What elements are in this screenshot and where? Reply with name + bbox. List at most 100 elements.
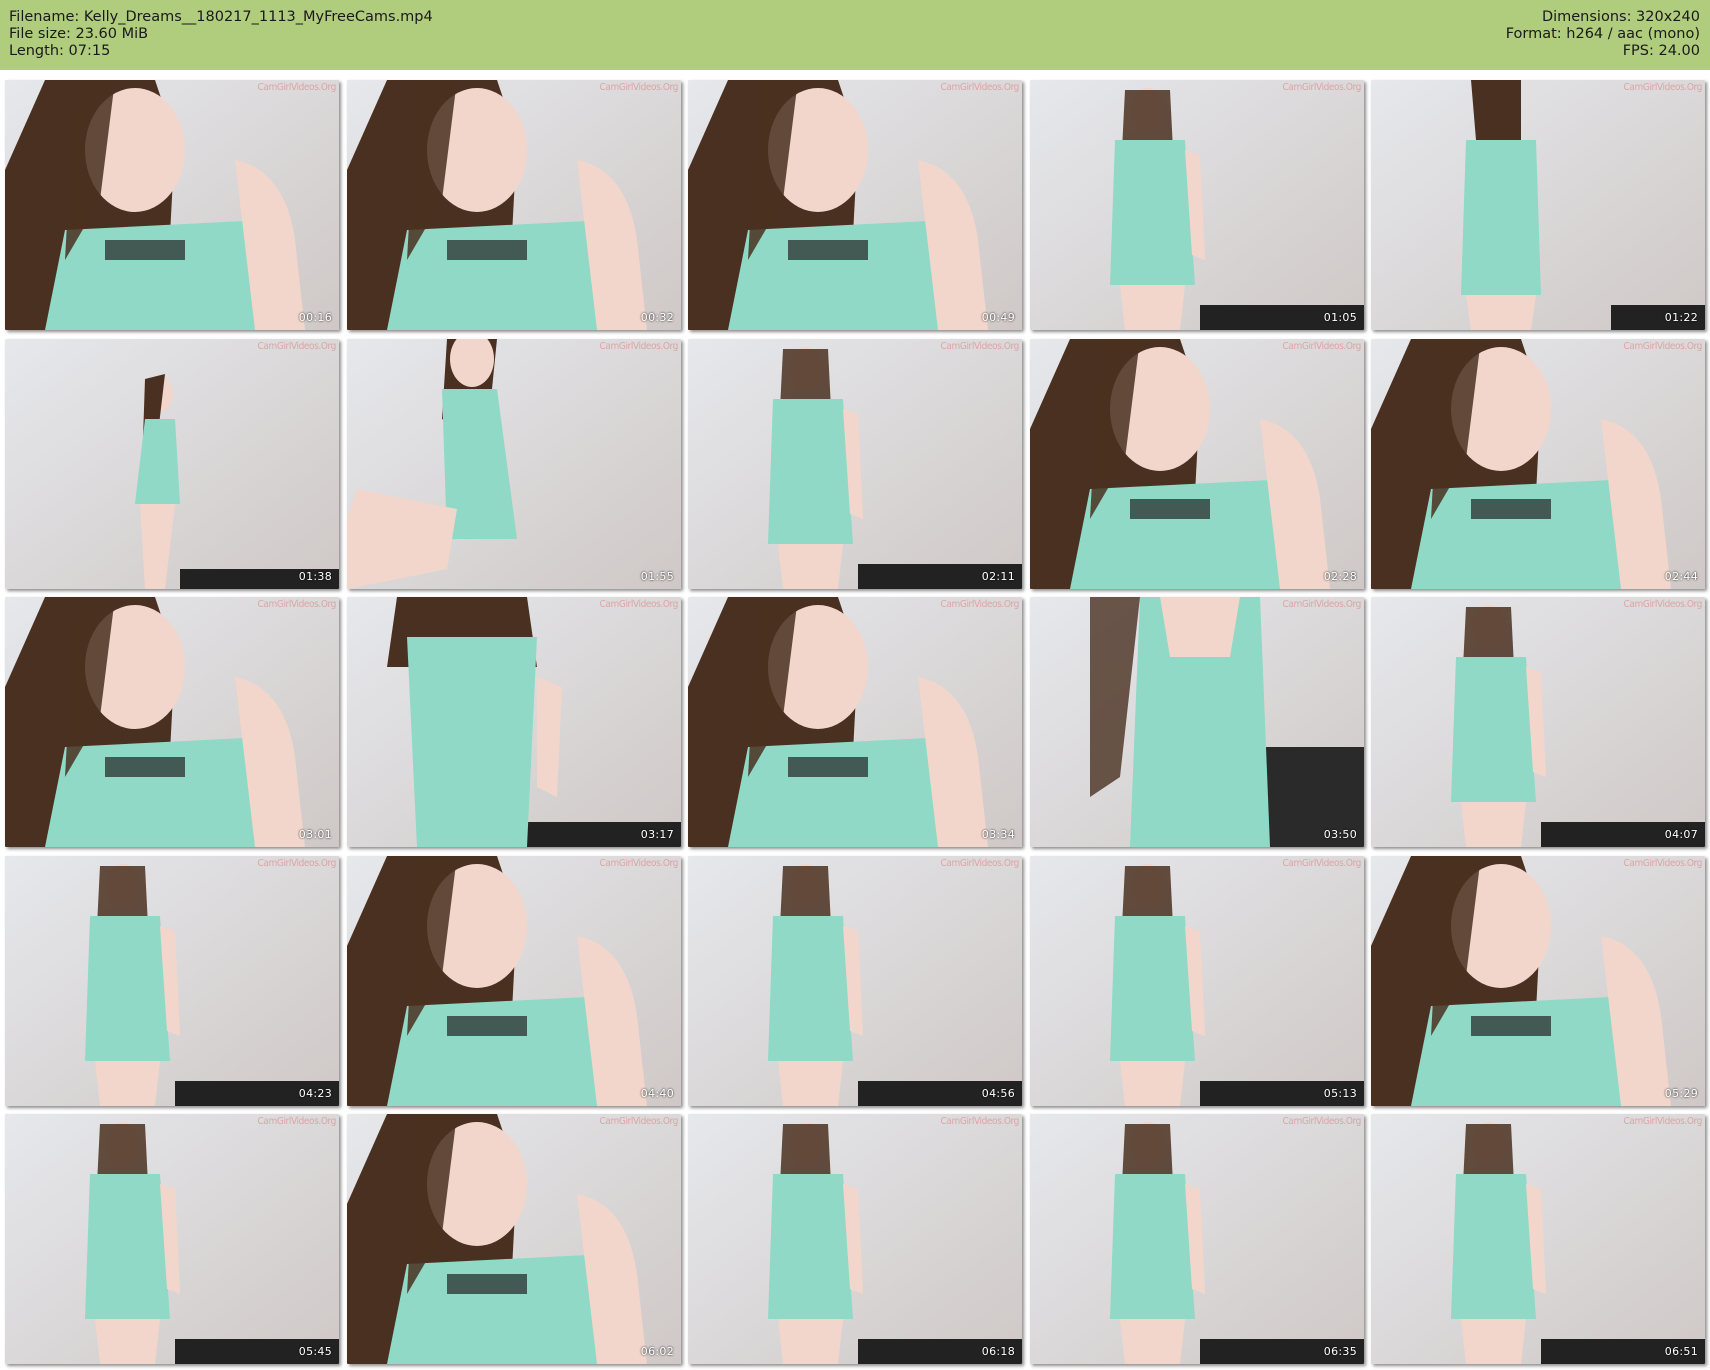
thumbnail-image xyxy=(5,1114,339,1364)
thumbnail-frame: CamGirlVideos.Org 05:29 xyxy=(1371,856,1705,1106)
thumbnail-frame: CamGirlVideos.Org 02:28 xyxy=(1030,339,1364,589)
dimensions-text: Dimensions: 320x240 xyxy=(1541,9,1700,25)
thumbnail-frame: CamGirlVideos.Org 03:17 xyxy=(347,597,681,847)
thumbnail-timestamp: 03:34 xyxy=(981,828,1015,841)
thumbnail-image xyxy=(688,339,1022,589)
thumbnail-image xyxy=(1030,80,1364,330)
thumbnail-image xyxy=(1030,1114,1364,1364)
watermark-text: CamGirlVideos.Org xyxy=(1623,1116,1703,1127)
thumbnail-timestamp: 03:01 xyxy=(298,828,332,841)
thumbnail-image xyxy=(5,856,339,1106)
thumbnail-timestamp: 03:17 xyxy=(640,828,674,841)
thumbnail-timestamp: 04:40 xyxy=(640,1087,674,1100)
thumbnail-image xyxy=(347,597,681,847)
thumbnail-frame: CamGirlVideos.Org 04:23 xyxy=(5,856,339,1106)
filename-text: Filename: Kelly_Dreams__180217_1113_MyFr… xyxy=(9,9,433,25)
thumbnail-frame: CamGirlVideos.Org 02:44 xyxy=(1371,339,1705,589)
thumbnail-image xyxy=(347,856,681,1106)
thumbnail-image xyxy=(1371,80,1705,330)
thumbnail-timestamp: 05:29 xyxy=(1664,1087,1698,1100)
thumbnail-timestamp: 00:16 xyxy=(298,311,332,324)
thumbnail-timestamp: 00:32 xyxy=(640,311,674,324)
thumbnail-timestamp: 00:49 xyxy=(981,311,1015,324)
thumbnail-timestamp: 04:07 xyxy=(1664,828,1698,841)
info-header: Filename: Kelly_Dreams__180217_1113_MyFr… xyxy=(0,0,1710,70)
length-text: Length: 07:15 xyxy=(9,43,111,59)
watermark-text: CamGirlVideos.Org xyxy=(599,82,679,93)
watermark-text: CamGirlVideos.Org xyxy=(599,341,679,352)
thumbnail-timestamp: 01:22 xyxy=(1664,311,1698,324)
thumbnail-frame: CamGirlVideos.Org 00:32 xyxy=(347,80,681,330)
watermark-text: CamGirlVideos.Org xyxy=(1282,341,1362,352)
watermark-text: CamGirlVideos.Org xyxy=(1282,1116,1362,1127)
thumbnail-image xyxy=(5,597,339,847)
watermark-text: CamGirlVideos.Org xyxy=(1282,599,1362,610)
thumbnail-image xyxy=(1030,856,1364,1106)
thumbnail-timestamp: 06:51 xyxy=(1664,1345,1698,1358)
thumbnail-timestamp: 02:28 xyxy=(1323,570,1357,583)
thumbnail-frame: CamGirlVideos.Org 06:18 xyxy=(688,1114,1022,1364)
thumbnail-frame: CamGirlVideos.Org 03:01 xyxy=(5,597,339,847)
format-text: Format: h264 / aac (mono) xyxy=(1505,26,1700,42)
thumbnail-image xyxy=(5,80,339,330)
thumbnail-image xyxy=(1371,1114,1705,1364)
watermark-text: CamGirlVideos.Org xyxy=(940,858,1020,869)
watermark-text: CamGirlVideos.Org xyxy=(1623,82,1703,93)
file-info-left: Filename: Kelly_Dreams__180217_1113_MyFr… xyxy=(9,9,433,60)
thumbnail-frame: CamGirlVideos.Org 04:07 xyxy=(1371,597,1705,847)
thumbnail-timestamp: 04:23 xyxy=(298,1087,332,1100)
thumbnail-frame: CamGirlVideos.Org 03:34 xyxy=(688,597,1022,847)
thumbnail-frame: CamGirlVideos.Org 01:22 xyxy=(1371,80,1705,330)
filesize-text: File size: 23.60 MiB xyxy=(9,26,149,42)
thumbnail-timestamp: 06:18 xyxy=(981,1345,1015,1358)
thumbnail-image xyxy=(347,80,681,330)
thumbnail-timestamp: 04:56 xyxy=(981,1087,1015,1100)
thumbnail-timestamp: 01:55 xyxy=(640,570,674,583)
thumbnail-frame: CamGirlVideos.Org 01:05 xyxy=(1030,80,1364,330)
thumbnail-image xyxy=(688,80,1022,330)
watermark-text: CamGirlVideos.Org xyxy=(1282,858,1362,869)
thumbnail-frame: CamGirlVideos.Org 03:50 xyxy=(1030,597,1364,847)
thumbnail-frame: CamGirlVideos.Org 06:51 xyxy=(1371,1114,1705,1364)
thumbnail-image xyxy=(347,339,681,589)
thumbnail-frame: CamGirlVideos.Org 05:45 xyxy=(5,1114,339,1364)
file-info-right: Dimensions: 320x240 Format: h264 / aac (… xyxy=(1506,9,1700,60)
thumbnail-frame: CamGirlVideos.Org 01:38 xyxy=(5,339,339,589)
thumbnail-image xyxy=(688,597,1022,847)
thumbnail-timestamp: 05:13 xyxy=(1323,1087,1357,1100)
thumbnail-image xyxy=(1030,339,1364,589)
watermark-text: CamGirlVideos.Org xyxy=(940,599,1020,610)
thumbnail-timestamp: 01:38 xyxy=(298,570,332,583)
watermark-text: CamGirlVideos.Org xyxy=(599,1116,679,1127)
watermark-text: CamGirlVideos.Org xyxy=(257,858,337,869)
thumbnail-image xyxy=(688,1114,1022,1364)
thumbnail-image xyxy=(1371,339,1705,589)
fps-text: FPS: 24.00 xyxy=(1622,43,1700,59)
thumbnail-image xyxy=(688,856,1022,1106)
thumbnail-timestamp: 06:02 xyxy=(640,1345,674,1358)
thumbnail-timestamp: 03:50 xyxy=(1323,828,1357,841)
thumbnail-grid: CamGirlVideos.Org 00:16 CamGirlVideos.Org 0… xyxy=(5,80,1705,1365)
thumbnail-image xyxy=(5,339,339,589)
thumbnail-timestamp: 01:05 xyxy=(1323,311,1357,324)
thumbnail-frame: CamGirlVideos.Org 04:40 xyxy=(347,856,681,1106)
thumbnail-image xyxy=(1371,856,1705,1106)
watermark-text: CamGirlVideos.Org xyxy=(940,82,1020,93)
watermark-text: CamGirlVideos.Org xyxy=(1623,599,1703,610)
thumbnail-image xyxy=(1371,597,1705,847)
watermark-text: CamGirlVideos.Org xyxy=(940,341,1020,352)
watermark-text: CamGirlVideos.Org xyxy=(1623,341,1703,352)
thumbnail-frame: CamGirlVideos.Org 04:56 xyxy=(688,856,1022,1106)
thumbnail-frame: CamGirlVideos.Org 00:16 xyxy=(5,80,339,330)
thumbnail-image xyxy=(1030,597,1364,847)
thumbnail-image xyxy=(347,1114,681,1364)
thumbnail-frame: CamGirlVideos.Org 06:02 xyxy=(347,1114,681,1364)
watermark-text: CamGirlVideos.Org xyxy=(1282,82,1362,93)
watermark-text: CamGirlVideos.Org xyxy=(1623,858,1703,869)
watermark-text: CamGirlVideos.Org xyxy=(257,599,337,610)
thumbnail-timestamp: 02:11 xyxy=(981,570,1015,583)
thumbnail-frame: CamGirlVideos.Org 02:11 xyxy=(688,339,1022,589)
thumbnail-frame: CamGirlVideos.Org 05:13 xyxy=(1030,856,1364,1106)
thumbnail-timestamp: 06:35 xyxy=(1323,1345,1357,1358)
watermark-text: CamGirlVideos.Org xyxy=(599,599,679,610)
